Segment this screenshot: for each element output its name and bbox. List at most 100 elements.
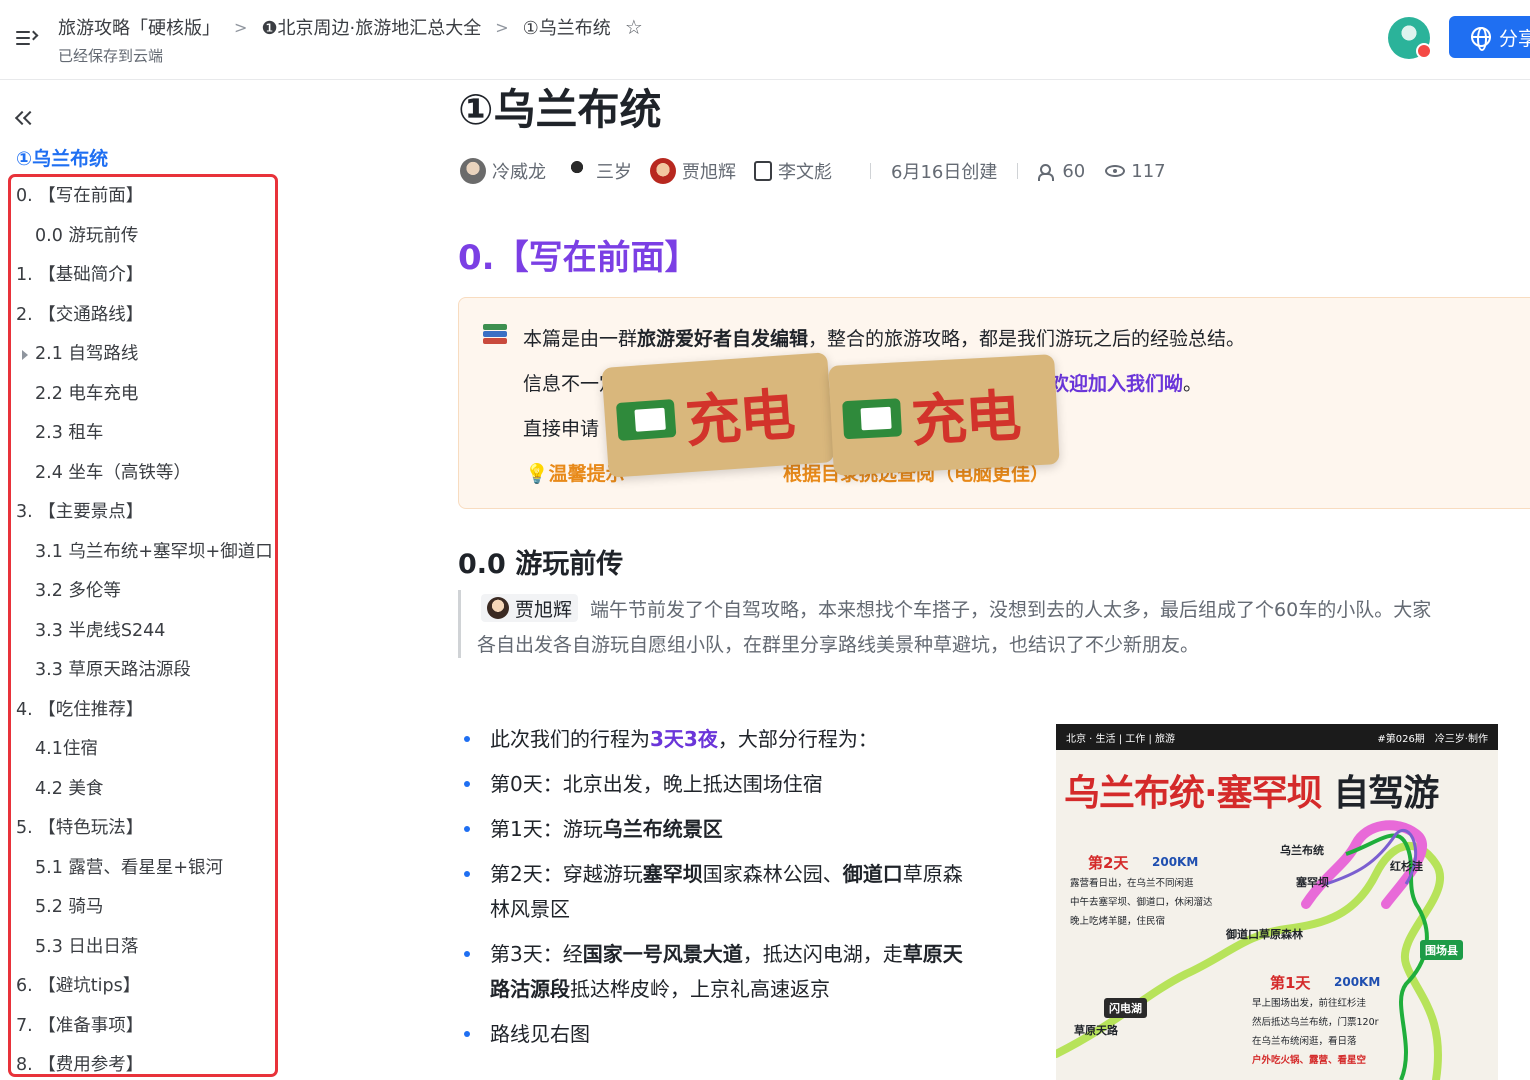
chevron-right-icon: > — [495, 17, 509, 37]
join-link[interactable]: 欢迎加入我们呦。 — [1050, 369, 1202, 396]
battery-icon — [615, 399, 677, 441]
mention-name: 贾旭辉 — [515, 598, 573, 621]
outline-item[interactable]: 5.2 骑马 — [16, 888, 274, 928]
divider — [870, 163, 871, 179]
outline-item[interactable]: 5.3 日出日落 — [16, 928, 274, 968]
list-item: 路线见右图 — [462, 1017, 982, 1052]
outline-item[interactable]: 5.1 露营、看星星+银河 — [16, 849, 274, 889]
outline-item[interactable]: 4.1住宿 — [16, 730, 274, 770]
avatar[interactable] — [460, 158, 486, 184]
place-label: 御道口草原森林 — [1226, 928, 1303, 941]
avatar[interactable] — [1388, 17, 1432, 59]
outline-item[interactable]: 1. 【基础简介】 — [16, 256, 274, 296]
charging-sticker: 充电 — [828, 354, 1060, 476]
outline-item-label: 2.4 坐车（高铁等） — [35, 462, 191, 483]
distance-label: 200KM — [1152, 855, 1199, 869]
author-name[interactable]: 李文彪 — [778, 158, 832, 184]
route-map-image[interactable]: 北京 · 生活 | 工作 | 旅游 #第026期 冷三岁·制作 乌兰布统·塞罕坝… — [1056, 724, 1498, 1080]
outline-item-label: 5.2 骑马 — [35, 897, 104, 917]
outline-item[interactable]: 2.3 租车 — [16, 414, 274, 454]
outline-item[interactable]: 0.0 游玩前传 — [16, 217, 274, 257]
view-count: 117 — [1131, 160, 1166, 182]
expand-caret-icon[interactable] — [22, 350, 28, 360]
avatar[interactable] — [754, 161, 772, 181]
day-label: 第2天 — [1088, 854, 1129, 872]
author-name[interactable]: 三岁 — [596, 158, 632, 184]
chevron-right-icon: > — [234, 17, 248, 37]
outline-item-label: 3. 【主要景点】 — [16, 502, 144, 522]
breadcrumb: 旅游攻略「硬核版」 > ❶北京周边·旅游地汇总大全 > ①乌兰布统 ☆ — [58, 14, 643, 40]
outline-item[interactable]: 2. 【交通路线】 — [16, 296, 274, 336]
outline-item[interactable]: 3.2 多伦等 — [16, 572, 274, 612]
day-description: 露营看日出，在乌兰不同闲逛 中午去塞罕坝、御道口，休闲溜达 晚上吃烤羊腿，住民宿 — [1070, 878, 1213, 927]
quote-text: 端午节前发了个自驾攻略，本来想找个车搭子，没想到去的人太多，最后组成了个60车的… — [590, 598, 1432, 621]
outline-item[interactable]: 6. 【避坑tips】 — [16, 967, 274, 1007]
outline-item-label: 3.3 半虎线S244 — [35, 620, 166, 641]
star-icon[interactable]: ☆ — [625, 15, 643, 39]
breadcrumb-item[interactable]: ❶北京周边·旅游地汇总大全 — [261, 14, 481, 40]
breadcrumb-item[interactable]: ①乌兰布统 — [523, 14, 611, 40]
outline-item-label: 1. 【基础简介】 — [16, 265, 144, 285]
outline-item-label: 3.3 草原天路沽源段 — [35, 660, 191, 680]
author-name[interactable]: 冷威龙 — [492, 158, 546, 184]
outline-item[interactable]: 3.3 草原天路沽源段 — [16, 651, 274, 691]
text: 直接申请 — [523, 418, 600, 440]
outline-item[interactable]: 3. 【主要景点】 — [16, 493, 274, 533]
outline-item[interactable]: 5. 【特色玩法】 — [16, 809, 274, 849]
quote-line: 贾旭辉 端午节前发了个自驾攻略，本来想找个车搭子，没想到去的人太多，最后组成了个… — [481, 594, 1431, 622]
outline-item-label: 5. 【特色玩法】 — [16, 818, 144, 838]
outline-item-label: 0. 【写在前面】 — [16, 186, 144, 206]
itinerary-list: 此次我们的行程为3天3夜，大部分行程为： 第0天：北京出发，晚上抵达围场住宿 第… — [462, 722, 982, 1062]
outline-item[interactable]: 0. 【写在前面】 — [16, 177, 274, 217]
share-button[interactable]: 分享 — [1449, 16, 1530, 58]
top-bar: 旅游攻略「硬核版」 > ❶北京周边·旅游地汇总大全 > ①乌兰布统 ☆ 已经保存… — [0, 0, 1530, 80]
sticker-text: 充电 — [909, 383, 1021, 455]
list-item: 第0天：北京出发，晚上抵达围场住宿 — [462, 767, 982, 802]
text: ，整合的旅游攻略，都是我们游玩之后的经验总结。 — [808, 328, 1246, 350]
callout-line: 直接申请 — [523, 414, 599, 441]
list-item: 第2天：穿越游玩塞罕坝国家森林公园、御道口草原森林风景区 — [462, 857, 982, 927]
link-text[interactable]: 欢迎加入我们呦 — [1050, 373, 1183, 395]
outline-item[interactable]: 4. 【吃住推荐】 — [16, 691, 274, 731]
avatar — [487, 597, 509, 619]
outline-item[interactable]: 2.1 自驾路线 — [16, 335, 274, 375]
outline-item-label: 3.1 乌兰布统+塞罕坝+御道口 — [35, 541, 273, 562]
place-label: 红杉洼 — [1390, 860, 1423, 873]
distance-label: 200KM — [1334, 975, 1381, 989]
books-icon — [483, 322, 509, 346]
collaborator-count[interactable]: 60 — [1062, 161, 1085, 182]
outline-item-label: 2.3 租车 — [35, 423, 104, 443]
breadcrumb-item[interactable]: 旅游攻略「硬核版」 — [58, 14, 220, 40]
outline-item[interactable]: 2.2 电车充电 — [16, 375, 274, 415]
outline-item[interactable]: 8. 【费用参考】 — [16, 1046, 274, 1075]
created-date: 6月16日创建 — [891, 162, 998, 183]
collapse-sidebar-icon[interactable] — [14, 108, 40, 130]
author-name[interactable]: 贾旭辉 — [682, 158, 736, 184]
outline-item[interactable]: 3.1 乌兰布统+塞罕坝+御道口 — [16, 533, 274, 573]
outline-title[interactable]: ①乌兰布统 — [16, 144, 108, 171]
section-heading: 0.【写在前面】 — [458, 238, 699, 278]
user-mention[interactable]: 贾旭辉 — [481, 594, 579, 622]
doc-meta: 冷威龙 三岁 贾旭辉 李文彪 6月16日创建 60 117 — [460, 156, 1166, 186]
people-icon — [1038, 164, 1056, 181]
outline-item[interactable]: 7. 【准备事项】 — [16, 1007, 274, 1047]
outline-item-label: 4. 【吃住推荐】 — [16, 699, 144, 720]
outline-item-label: 2.2 电车充电 — [35, 383, 139, 404]
outline-item[interactable]: 3.3 半虎线S244 — [16, 612, 274, 652]
globe-icon — [1471, 27, 1491, 51]
avatar[interactable] — [564, 158, 590, 184]
highlight-text: 3天3夜 — [650, 727, 718, 751]
avatar[interactable] — [650, 158, 676, 184]
outline-item[interactable]: 2.4 坐车（高铁等） — [16, 454, 274, 494]
outline-item-label: 6. 【避坑tips】 — [16, 976, 141, 996]
outline-item-label: 5.1 露营、看星星+银河 — [35, 857, 224, 878]
outline-item-label: 2.1 自驾路线 — [35, 344, 139, 364]
menu-toggle-icon[interactable] — [14, 26, 40, 50]
page-title: ①乌兰布统 — [458, 85, 662, 134]
subsection-heading: 0.0 游玩前传 — [458, 549, 624, 580]
outline-item[interactable]: 4.2 美食 — [16, 770, 274, 810]
list-item: 此次我们的行程为3天3夜，大部分行程为： — [462, 722, 982, 757]
outline-item-label: 2. 【交通路线】 — [16, 304, 144, 325]
outline-item-label: 4.1住宿 — [35, 739, 98, 759]
quote-block: 贾旭辉 端午节前发了个自驾攻略，本来想找个车搭子，没想到去的人太多，最后组成了个… — [458, 590, 1530, 658]
